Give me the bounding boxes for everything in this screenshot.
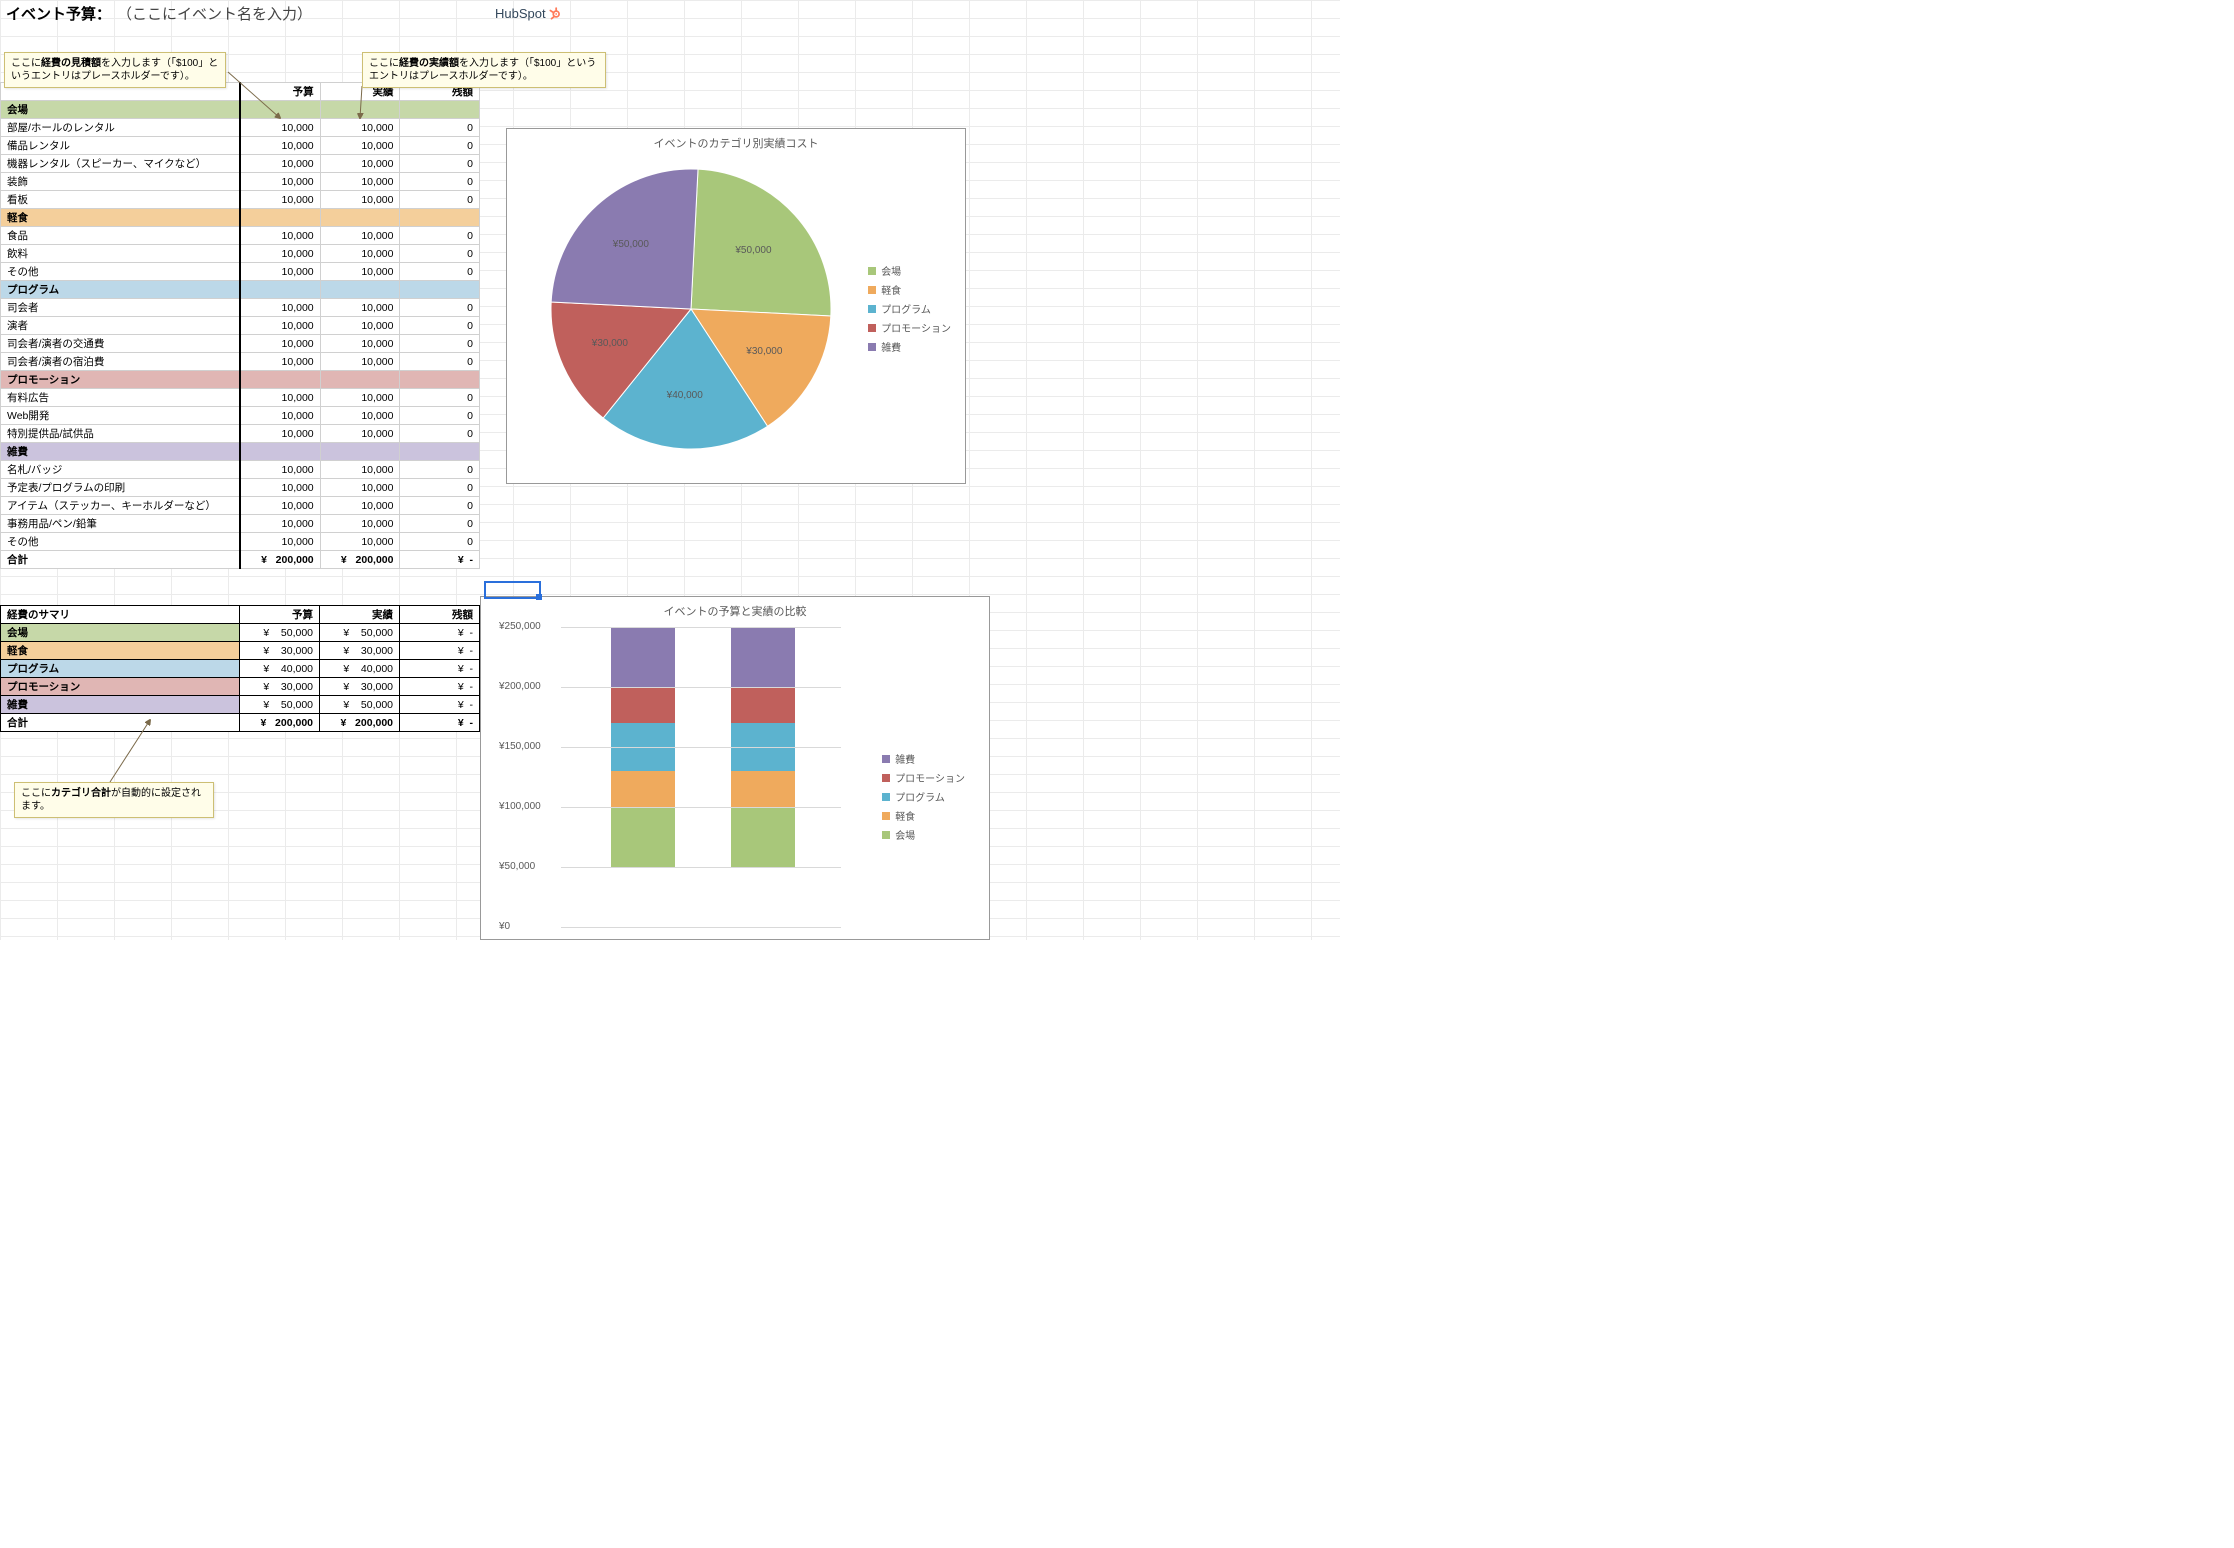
selected-cell[interactable]	[484, 581, 541, 599]
cell-actual[interactable]: 10,000	[320, 461, 400, 479]
bar-実績[interactable]	[731, 627, 795, 927]
cell-remaining: 0	[400, 479, 480, 497]
cell-actual[interactable]: 10,000	[320, 425, 400, 443]
cell-remaining: 0	[400, 227, 480, 245]
cell-actual[interactable]: 10,000	[320, 317, 400, 335]
grand-total-actual: ¥ 200,000	[320, 551, 400, 569]
legend-item: プロモーション	[882, 770, 965, 785]
pie-label: ¥50,000	[735, 245, 771, 256]
cell-actual[interactable]: 10,000	[320, 245, 400, 263]
cell-actual[interactable]: 10,000	[320, 515, 400, 533]
pie-legend: 会場軽食プログラムプロモーション雑費	[868, 259, 951, 358]
y-tick-label: ¥200,000	[499, 681, 541, 692]
fill-handle[interactable]	[536, 594, 542, 600]
cell-remaining: 0	[400, 461, 480, 479]
legend-item: プログラム	[882, 789, 965, 804]
legend-item: 会場	[868, 263, 951, 278]
cell-actual[interactable]: 10,000	[320, 389, 400, 407]
legend-item: プロモーション	[868, 320, 951, 335]
bar-予算[interactable]	[611, 627, 675, 927]
cell-remaining: 0	[400, 335, 480, 353]
bar-chart[interactable]: イベントの予算と実績の比較 ¥0 ¥50,000 ¥100,000 ¥150,000 ¥…	[480, 596, 990, 940]
cell-actual[interactable]: 10,000	[320, 497, 400, 515]
legend-item: 雑費	[882, 751, 965, 766]
hubspot-logo: HubSpot	[495, 6, 562, 21]
legend-item: 軽食	[868, 282, 951, 297]
gridline	[561, 747, 841, 748]
cell-remaining: 0	[400, 425, 480, 443]
cell-remaining: 0	[400, 389, 480, 407]
bar-segment-プロモーション	[611, 687, 675, 723]
y-tick-label: ¥50,000	[499, 861, 535, 872]
sprocket-icon	[548, 7, 562, 21]
y-tick-label: ¥150,000	[499, 741, 541, 752]
gridline	[561, 927, 841, 928]
cell-remaining: 0	[400, 533, 480, 551]
bar-segment-軽食	[611, 771, 675, 807]
pie-label: ¥40,000	[667, 390, 703, 401]
bar-segment-会場	[731, 807, 795, 867]
bar-segment-雑費	[611, 627, 675, 687]
pie-chart-title: イベントのカテゴリ別実績コスト	[507, 135, 965, 151]
gridline	[561, 867, 841, 868]
legend-item: 軽食	[882, 808, 965, 823]
bar-segment-雑費	[731, 627, 795, 687]
y-tick-label: ¥250,000	[499, 621, 541, 632]
note-budget-hint: ここに経費の見積額を入力します（「$100」というエントリはプレースホルダーです…	[4, 52, 226, 88]
cell-actual[interactable]: 10,000	[320, 191, 400, 209]
legend-item: 雑費	[868, 339, 951, 354]
cell-actual[interactable]: 10,000	[320, 479, 400, 497]
note-summary-hint: ここにカテゴリ合計が自動的に設定されます。	[14, 782, 214, 818]
cell-actual[interactable]: 10,000	[320, 263, 400, 281]
bar-segment-会場	[611, 807, 675, 867]
bar-segment-軽食	[731, 771, 795, 807]
cell-remaining: 0	[400, 515, 480, 533]
cell-remaining: 0	[400, 317, 480, 335]
cell-remaining: 0	[400, 173, 480, 191]
cell-actual[interactable]: 10,000	[320, 299, 400, 317]
note-actual-hint: ここに経費の実績額を入力します（「$100」というエントリはプレースホルダーです…	[362, 52, 606, 88]
gridline	[561, 627, 841, 628]
bar-segment-プロモーション	[731, 687, 795, 723]
cell-actual[interactable]: 10,000	[320, 407, 400, 425]
cell-remaining: 0	[400, 245, 480, 263]
cell-actual[interactable]: 10,000	[320, 335, 400, 353]
grand-total-remaining: ¥ -	[400, 551, 480, 569]
gridline	[561, 807, 841, 808]
cell-actual[interactable]: 10,000	[320, 173, 400, 191]
pie-chart[interactable]: イベントのカテゴリ別実績コスト 会場軽食プログラムプロモーション雑費 ¥50,0…	[506, 128, 966, 484]
cell-actual[interactable]: 10,000	[320, 533, 400, 551]
cell-actual[interactable]: 10,000	[320, 353, 400, 371]
pie-slice-会場[interactable]	[691, 169, 831, 316]
cell-remaining: 0	[400, 299, 480, 317]
gridline	[561, 687, 841, 688]
y-tick-label: ¥0	[499, 921, 510, 932]
pie-label: ¥30,000	[592, 338, 628, 349]
cell-remaining: 0	[400, 497, 480, 515]
bar-chart-title: イベントの予算と実績の比較	[481, 603, 989, 619]
cell-remaining: 0	[400, 407, 480, 425]
legend-item: 会場	[882, 827, 965, 842]
pie-label: ¥50,000	[613, 239, 649, 250]
pie-label: ¥30,000	[746, 346, 782, 357]
cell-remaining: 0	[400, 353, 480, 371]
cell-remaining: 0	[400, 191, 480, 209]
cell-actual[interactable]: 10,000	[320, 227, 400, 245]
bar-legend: 雑費プロモーションプログラム軽食会場	[882, 747, 965, 846]
legend-item: プログラム	[868, 301, 951, 316]
cell-remaining: 0	[400, 263, 480, 281]
y-tick-label: ¥100,000	[499, 801, 541, 812]
